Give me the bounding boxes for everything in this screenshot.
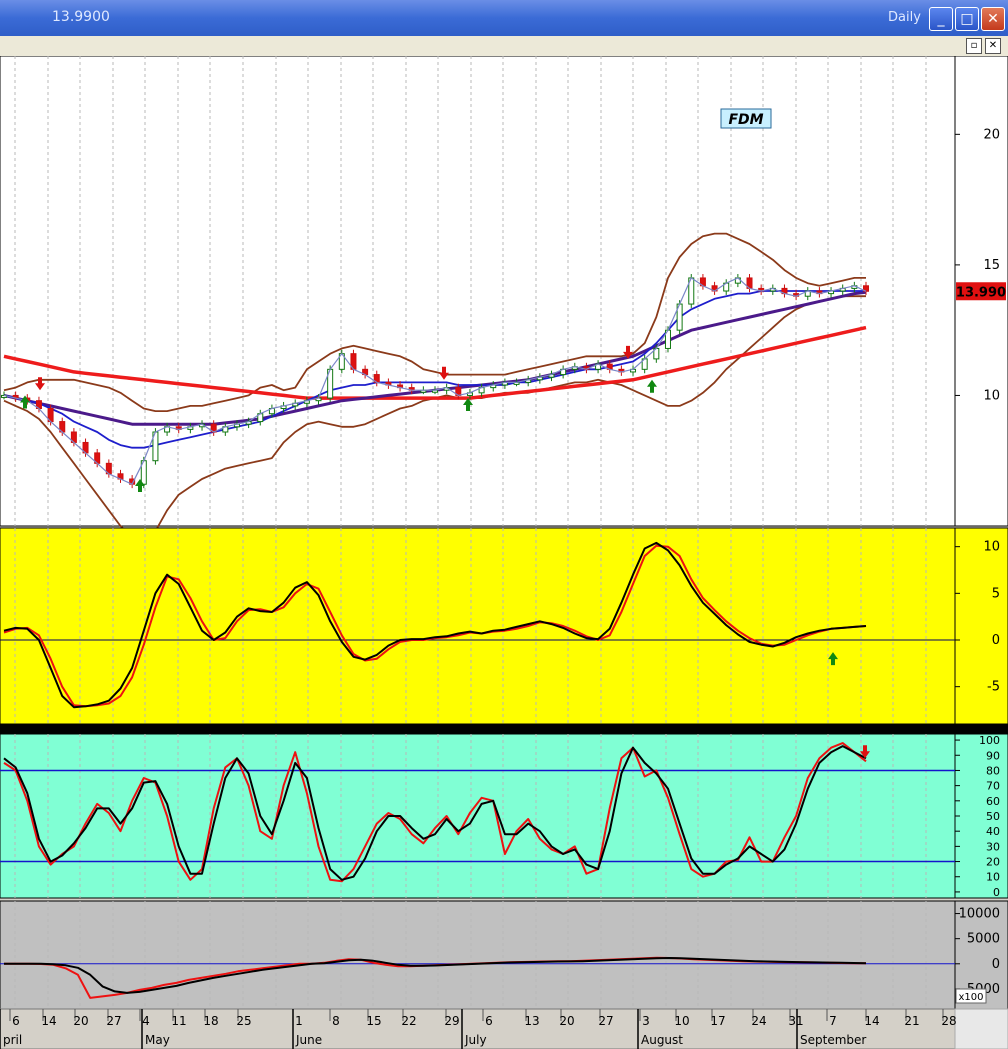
volume-scale-label: x100: [958, 992, 983, 1003]
restore-chart-button[interactable]: ▫: [966, 38, 982, 54]
pane-2-ytick-label: 70: [986, 780, 1000, 793]
x-axis-day-label: 31: [788, 1014, 803, 1028]
minimize-button[interactable]: _: [929, 7, 953, 31]
x-axis-corner: [954, 1008, 1008, 1049]
x-axis-day-label: 22: [401, 1014, 416, 1028]
last-price-label: 13.990: [956, 285, 1006, 300]
x-axis-month-label: pril: [3, 1033, 22, 1047]
x-axis-day-label: 3: [642, 1014, 650, 1028]
pane-2-background: [0, 733, 956, 899]
x-axis-day-label: 11: [171, 1014, 186, 1028]
x-axis-day-label: 6: [12, 1014, 20, 1028]
period-label: Daily: [888, 10, 921, 25]
x-axis-day-label: 15: [366, 1014, 381, 1028]
x-axis-month-label: June: [295, 1033, 322, 1047]
pane-2-ytick-label: 60: [986, 795, 1000, 808]
x-axis-day-label: 13: [524, 1014, 539, 1028]
maximize-button[interactable]: □: [955, 7, 979, 31]
pane-3-ytick-label: 10000: [959, 907, 1000, 922]
x-axis-day-label: 8: [332, 1014, 340, 1028]
pane-2-ytick-label: 10: [986, 871, 1000, 884]
x-axis-day-label: 24: [751, 1014, 766, 1028]
x-axis-day-label: 27: [106, 1014, 121, 1028]
x-axis-day-label: 7: [829, 1014, 837, 1028]
pane-2-ytick-label: 30: [986, 840, 1000, 853]
window-title: 13.9900: [52, 9, 110, 25]
x-axis-month-label: May: [145, 1033, 170, 1047]
x-axis-day-label: 20: [559, 1014, 574, 1028]
pane-1-ytick-label: 10: [983, 540, 1000, 555]
close-button[interactable]: ✕: [981, 7, 1005, 31]
pane-3-ytick-label: 0: [992, 957, 1000, 972]
x-axis-day-label: 21: [904, 1014, 919, 1028]
x-axis-day-label: 20: [73, 1014, 88, 1028]
x-axis-day-label: 14: [41, 1014, 56, 1028]
pane-2-ytick-label: 40: [986, 825, 1000, 838]
x-axis-day-label: 6: [485, 1014, 493, 1028]
pane-2-ytick-label: 0: [993, 886, 1000, 899]
x-axis-day-label: 28: [941, 1014, 956, 1028]
pane-separator: [0, 724, 1008, 734]
pane-2-ytick-label: 20: [986, 856, 1000, 869]
pane-3-background: [0, 900, 956, 1010]
symbol-label: FDM: [728, 112, 763, 128]
pane-0-ytick-label: 20: [983, 127, 1000, 142]
window-titlebar: 13.9900 Daily _ □ ✕: [0, 0, 1008, 36]
pane-2-ytick-label: 100: [979, 734, 1000, 747]
x-axis-day-label: 14: [864, 1014, 879, 1028]
pane-1-axis-background: [954, 527, 1008, 725]
pane-3-ytick-label: 5000: [967, 932, 1000, 947]
chart-subbar: ▫ ✕: [0, 36, 1008, 57]
pane-1-ytick-label: 0: [992, 633, 1000, 648]
pane-2-ytick-label: 80: [986, 764, 1000, 777]
x-axis-month-label: August: [641, 1033, 683, 1047]
pane-2-ytick-label: 90: [986, 749, 1000, 762]
x-axis-day-label: 17: [710, 1014, 725, 1028]
pane-2-axis-background: [954, 733, 1008, 899]
x-axis-day-label: 1: [295, 1014, 303, 1028]
x-axis-day-label: 4: [142, 1014, 150, 1028]
pane-1-ytick-label: -5: [987, 680, 1000, 695]
chart-area: 10152013.990FDM1050-51009080706050403020…: [0, 56, 1008, 1049]
x-axis-day-label: 29: [444, 1014, 459, 1028]
x-axis-day-label: 10: [674, 1014, 689, 1028]
pane-0-ytick-label: 15: [983, 258, 1000, 273]
x-axis-month-label: July: [464, 1033, 487, 1047]
pane-0-ytick-label: 10: [983, 388, 1000, 403]
pane-2-ytick-label: 50: [986, 810, 1000, 823]
pane-1-ytick-label: 5: [992, 586, 1000, 601]
x-axis-month-label: September: [800, 1033, 866, 1047]
pane-1-background: [0, 527, 956, 725]
x-axis-day-label: 25: [236, 1014, 251, 1028]
x-axis-day-label: 27: [598, 1014, 613, 1028]
x-axis-day-label: 18: [203, 1014, 218, 1028]
close-chart-button[interactable]: ✕: [985, 38, 1001, 54]
